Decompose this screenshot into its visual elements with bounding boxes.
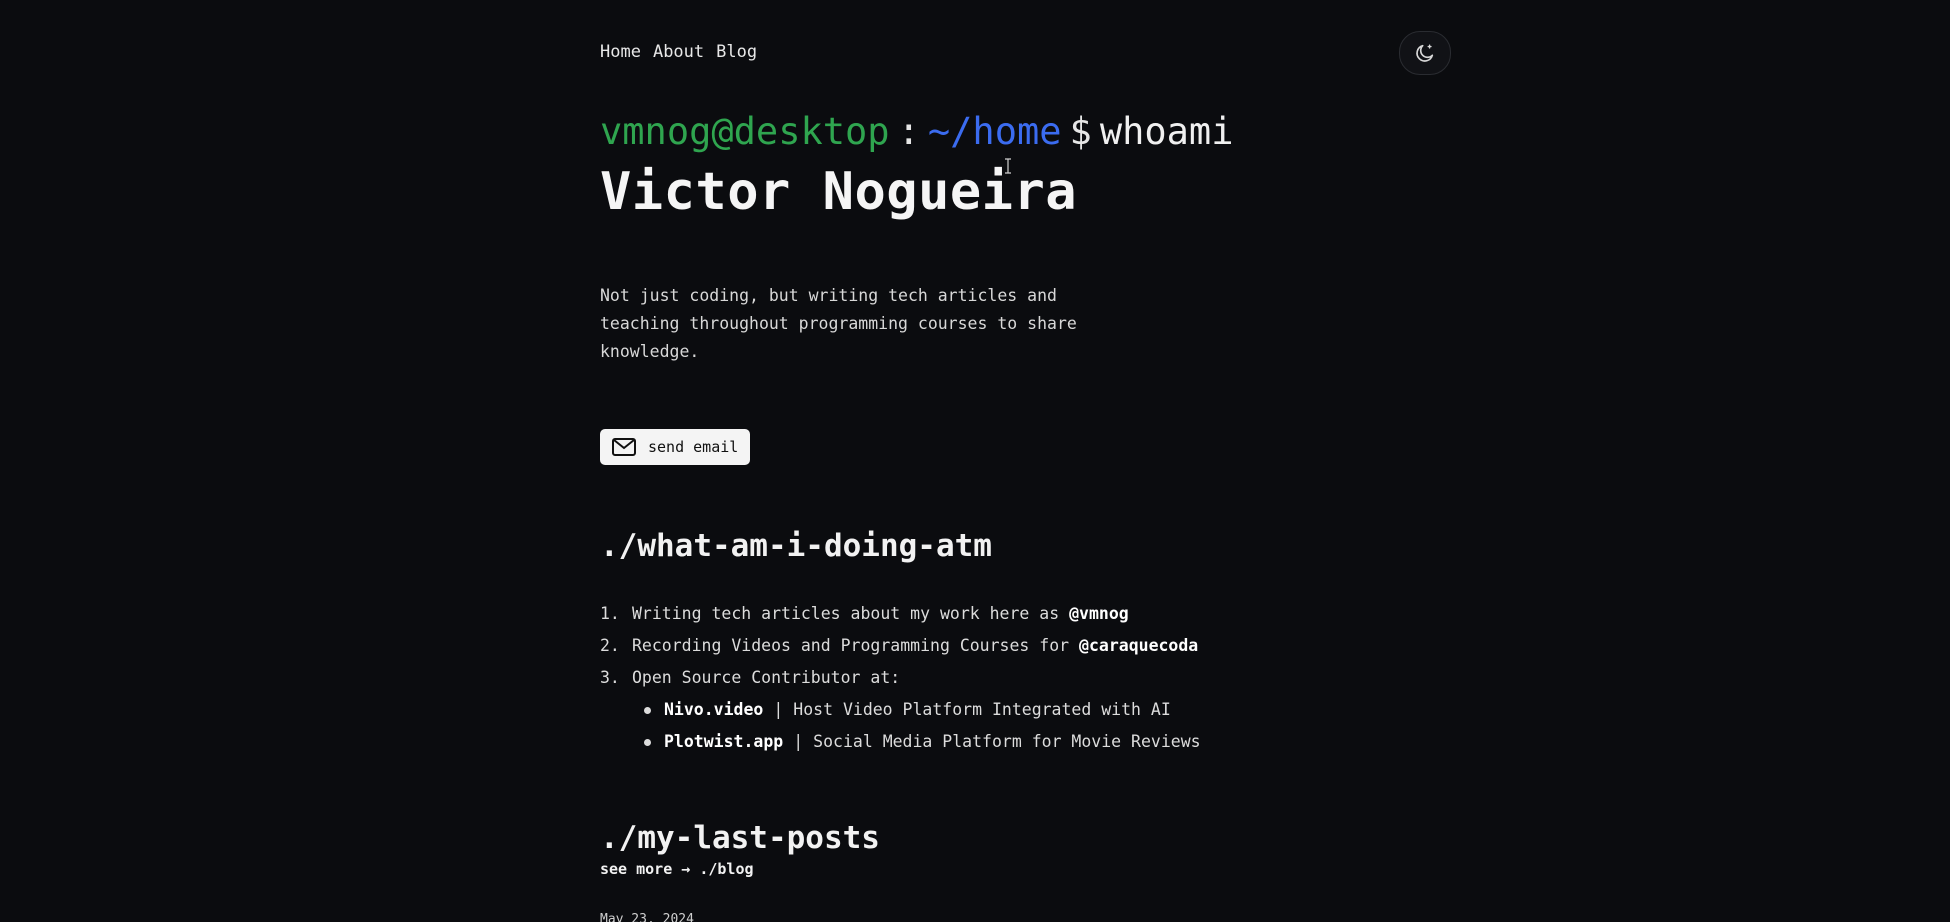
list-item: 1. Writing tech articles about my work h…: [600, 598, 1450, 630]
project-item: Plotwist.app | Social Media Platform for…: [600, 726, 1450, 758]
project-link-plotwist[interactable]: Plotwist.app: [664, 726, 783, 758]
list-item: 2. Recording Videos and Programming Cour…: [600, 630, 1450, 662]
project-separator: |: [793, 732, 804, 751]
page: Home About Blog vmnog@desktop : ~/home $…: [0, 0, 1950, 922]
see-more-blog-link[interactable]: see more → ./blog: [600, 860, 754, 878]
nav-about-link[interactable]: About: [653, 42, 704, 62]
moon-icon: [1414, 42, 1436, 64]
send-email-button[interactable]: send email: [600, 429, 751, 465]
project-link-nivo[interactable]: Nivo.video: [664, 694, 763, 726]
prompt-dollar: $: [1069, 110, 1092, 153]
text-cursor-icon: [1004, 158, 1012, 174]
bio-text: Not just coding, but writing tech articl…: [600, 286, 1077, 361]
list-item: 3. Open Source Contributor at:: [600, 662, 1450, 694]
doing-list: 1. Writing tech articles about my work h…: [600, 598, 1450, 758]
prompt-colon: :: [897, 110, 920, 153]
nav-blog-link[interactable]: Blog: [716, 42, 757, 62]
project-description: Social Media Platform for Movie Reviews: [813, 732, 1201, 751]
send-email-label: send email: [648, 438, 739, 456]
project-description: Host Video Platform Integrated with AI: [793, 700, 1171, 719]
bullet-icon: [644, 738, 651, 746]
prompt-path: ~/home: [927, 110, 1062, 153]
list-item-number: 3.: [600, 668, 620, 687]
prompt-user: vmnog@desktop: [600, 110, 890, 153]
post-date: May 23, 2024: [600, 912, 694, 922]
terminal-prompt: vmnog@desktop : ~/home $ whoami: [600, 110, 1233, 153]
theme-toggle-button[interactable]: [1399, 31, 1451, 75]
bullet-icon: [644, 706, 651, 714]
project-separator: |: [773, 700, 784, 719]
prompt-command: whoami: [1099, 110, 1234, 153]
list-item-number: 1.: [600, 604, 620, 623]
mail-icon: [612, 438, 636, 456]
list-item-text: Open Source Contributor at:: [632, 668, 901, 687]
project-item: Nivo.video | Host Video Platform Integra…: [600, 694, 1450, 726]
nav-home-link[interactable]: Home: [600, 42, 641, 62]
posts-section-title: ./my-last-posts: [600, 820, 880, 856]
handle-vmnog-link[interactable]: @vmnog: [1069, 598, 1129, 630]
handle-caraquecoda-link[interactable]: @caraquecoda: [1079, 630, 1198, 662]
list-item-number: 2.: [600, 636, 620, 655]
list-item-text: Writing tech articles about my work here…: [632, 604, 1070, 623]
list-item-text: Recording Videos and Programming Courses…: [632, 636, 1080, 655]
top-nav: Home About Blog: [600, 42, 757, 62]
doing-section-title: ./what-am-i-doing-atm: [600, 528, 992, 564]
